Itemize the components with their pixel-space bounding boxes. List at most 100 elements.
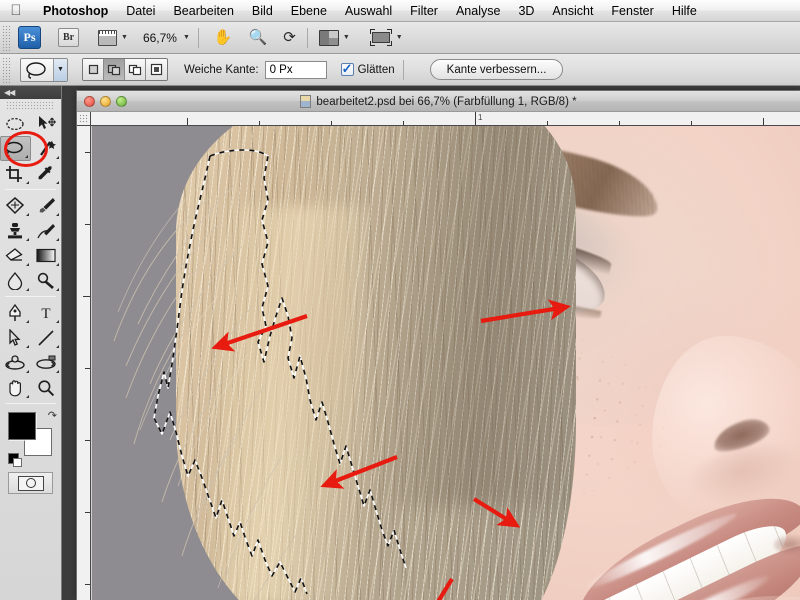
3d-orbit-tool[interactable]	[31, 350, 62, 375]
flyout-triangle-icon	[56, 288, 59, 291]
flyout-triangle-icon	[25, 131, 29, 134]
gradient-tool[interactable]	[31, 243, 62, 268]
menu-item-bearbeiten[interactable]: Bearbeiten	[164, 0, 242, 22]
hand-icon: ✋	[213, 29, 233, 46]
dodge-tool[interactable]	[31, 268, 62, 293]
vertical-ruler[interactable]	[77, 112, 91, 600]
blur-tool[interactable]	[0, 268, 31, 293]
path-selection-tool[interactable]	[0, 325, 31, 350]
document-window: bearbeitet2.psd bei 66,7% (Farbfüllung 1…	[76, 90, 800, 600]
launch-bridge-button[interactable]: Br	[58, 28, 79, 47]
zoom-level-field[interactable]: 66,7%	[143, 31, 177, 45]
zoom-level-chevron-icon[interactable]: ▼	[183, 34, 190, 41]
arrange-documents-dropdown[interactable]: ▼	[316, 25, 353, 51]
annotation-arrows	[211, 299, 571, 600]
antialias-checkbox[interactable]	[340, 61, 354, 77]
appbar-separator-2	[306, 27, 308, 48]
swap-colors-icon[interactable]: ↷	[48, 409, 57, 422]
flyout-triangle-icon	[25, 288, 29, 291]
toolbox-collapse-button[interactable]: ◀◀	[0, 86, 61, 99]
hand-tool[interactable]	[0, 375, 31, 400]
appbar-grip[interactable]	[2, 24, 12, 51]
flyout-triangle-icon	[25, 320, 29, 323]
menu-bar:  Photoshop Datei Bearbeiten Bild Ebene …	[0, 0, 800, 22]
rotate-view-tool[interactable]	[0, 350, 31, 375]
line-tool[interactable]	[31, 325, 62, 350]
photoshop-logo-icon[interactable]: Ps	[18, 26, 41, 49]
menu-item-fenster[interactable]: Fenster	[602, 0, 662, 22]
appbar-separator-1	[197, 27, 199, 48]
svg-text:T: T	[41, 306, 50, 321]
ruler-origin-box[interactable]	[77, 112, 91, 126]
apple-logo-icon[interactable]: 	[8, 2, 24, 19]
menu-item-ansicht[interactable]: Ansicht	[543, 0, 602, 22]
horizontal-ruler[interactable]: 1	[77, 112, 800, 126]
view-extras-dropdown[interactable]: ▼	[79, 25, 131, 51]
flyout-triangle-icon	[25, 181, 29, 184]
menu-item-bild[interactable]: Bild	[243, 0, 282, 22]
image-canvas[interactable]	[92, 126, 800, 600]
quick-mask-mode-button[interactable]	[8, 472, 53, 494]
flyout-triangle-icon	[25, 345, 29, 348]
move-tool[interactable]	[31, 111, 62, 136]
intersect-with-selection-button[interactable]	[146, 59, 167, 80]
eraser-tool[interactable]	[0, 243, 31, 268]
add-to-selection-button[interactable]	[104, 59, 125, 80]
optionsbar-grip[interactable]	[2, 56, 12, 83]
hand-tool-button[interactable]: ✋	[211, 25, 236, 51]
menu-item-3d[interactable]: 3D	[509, 0, 543, 22]
menu-item-filter[interactable]: Filter	[401, 0, 447, 22]
subtract-from-selection-button[interactable]	[125, 59, 146, 80]
magic-wand-tool[interactable]	[31, 136, 62, 161]
menu-item-hilfe[interactable]: Hilfe	[663, 0, 706, 22]
document-title-bar[interactable]: bearbeitet2.psd bei 66,7% (Farbfüllung 1…	[77, 91, 800, 112]
refine-edge-button[interactable]: Kante verbessern...	[429, 59, 564, 80]
selection-mode-group	[82, 58, 168, 81]
arrow-hair-upper-right	[480, 299, 571, 324]
tool-preset-picker[interactable]: ▼	[20, 57, 68, 82]
zoom-tool-button[interactable]: 🔍	[246, 25, 271, 51]
antialias-checkbox-wrap[interactable]: Glätten	[340, 61, 395, 77]
default-colors-icon[interactable]	[8, 453, 22, 467]
lasso-tool[interactable]	[0, 136, 31, 161]
antialias-label: Glätten	[357, 63, 395, 76]
document-title: bearbeitet2.psd bei 66,7% (Farbfüllung 1…	[316, 95, 577, 108]
pen-tool[interactable]	[0, 300, 31, 325]
eyedropper-tool[interactable]	[31, 161, 62, 186]
lasso-tool-icon	[21, 59, 53, 81]
crop-tool[interactable]	[0, 161, 31, 186]
menu-item-analyse[interactable]: Analyse	[447, 0, 509, 22]
photoshop-window:  Photoshop Datei Bearbeiten Bild Ebene …	[0, 0, 800, 600]
flyout-triangle-icon	[24, 155, 28, 158]
menu-item-datei[interactable]: Datei	[117, 0, 164, 22]
flyout-triangle-icon	[56, 213, 59, 216]
clone-stamp-tool[interactable]	[0, 218, 31, 243]
flyout-triangle-icon	[25, 370, 29, 373]
feather-input[interactable]	[264, 60, 327, 79]
screen-mode-icon	[369, 29, 392, 46]
new-selection-button[interactable]	[83, 59, 104, 80]
brush-tool[interactable]	[31, 193, 62, 218]
history-brush-tool[interactable]	[31, 218, 62, 243]
zoom-tool[interactable]	[31, 375, 62, 400]
arrow-hair-upper-left	[211, 314, 308, 352]
foreground-color-swatch[interactable]	[8, 412, 36, 440]
screen-mode-dropdown[interactable]: ▼	[367, 25, 406, 51]
flyout-triangle-icon	[25, 263, 29, 266]
application-bar: Ps Br ▼ 66,7% ▼ ✋ 🔍 ⟳ ▼ ▼	[0, 22, 800, 54]
menu-item-photoshop[interactable]: Photoshop	[34, 0, 117, 22]
toolbox-divider-2	[5, 296, 56, 297]
marquee-tool[interactable]	[0, 111, 31, 136]
toolbox-divider-3	[5, 403, 56, 404]
tool-options-bar: ▼ Weiche Kante: Glätten Kante verbessern…	[0, 54, 800, 86]
toolbox-group-vector: T	[0, 300, 61, 400]
arrow-hair-lower	[436, 577, 454, 600]
menu-item-auswahl[interactable]: Auswahl	[336, 0, 401, 22]
menu-item-ebene[interactable]: Ebene	[282, 0, 336, 22]
flyout-triangle-icon	[25, 238, 29, 241]
toolbox-grip[interactable]	[6, 101, 55, 110]
flyout-triangle-icon	[25, 213, 29, 216]
healing-brush-tool[interactable]	[0, 193, 31, 218]
type-tool[interactable]: T	[31, 300, 62, 325]
rotate-view-tool-button[interactable]: ⟳	[280, 25, 299, 51]
